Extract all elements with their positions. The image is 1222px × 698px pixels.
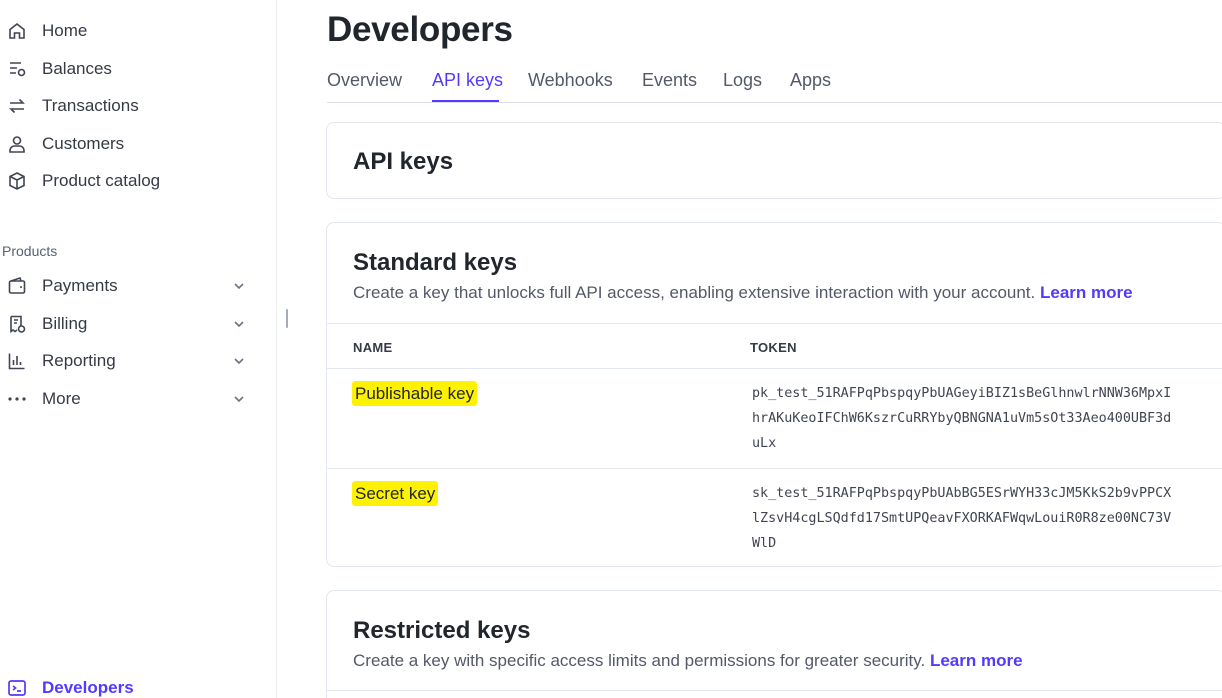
billing-icon — [6, 313, 28, 335]
sidebar-item-customers[interactable]: Customers — [0, 126, 260, 162]
sidebar-item-product-catalog[interactable]: Product catalog — [0, 163, 260, 199]
chevron-down-icon[interactable] — [230, 277, 248, 295]
sidebar-item-more[interactable]: More — [0, 381, 260, 417]
tab-apps[interactable]: Apps — [790, 70, 831, 91]
card-divider — [327, 690, 1222, 691]
standard-keys-title: Standard keys — [353, 249, 518, 276]
sidebar-item-label: Balances — [42, 59, 112, 78]
restricted-keys-description: Create a key with specific access limits… — [353, 651, 1023, 670]
api-keys-card: API keys — [326, 122, 1222, 199]
sidebar-item-label: Reporting — [42, 351, 116, 370]
secret-key-token[interactable]: sk_test_51RAFPqPbspqyPbUAbBG5ESrWYH33cJM… — [752, 481, 1172, 556]
chevron-down-icon[interactable] — [230, 352, 248, 370]
standard-keys-learn-more-link[interactable]: Learn more — [1040, 283, 1133, 302]
restricted-keys-title: Restricted keys — [353, 617, 531, 644]
sidebar-item-home[interactable]: Home — [0, 13, 260, 49]
sidebar-item-label: More — [42, 389, 81, 408]
sidebar-resize-handle[interactable] — [286, 309, 288, 328]
reporting-icon — [6, 350, 28, 372]
sidebar-item-label: Product catalog — [42, 171, 161, 190]
product-catalog-icon — [6, 170, 28, 192]
key-name: Secret key — [353, 482, 438, 505]
customers-icon — [6, 133, 28, 155]
sidebar-item-balances[interactable]: Balances — [0, 51, 260, 87]
transactions-icon — [6, 95, 28, 117]
sidebar-item-developers[interactable]: Developers — [0, 670, 260, 698]
chevron-down-icon[interactable] — [230, 390, 248, 408]
column-header-token: TOKEN — [750, 340, 797, 355]
sidebar-item-label: Payments — [42, 276, 118, 295]
table-row: Secret key sk_test_51RAFPqPbspqyPbUAbBG5… — [327, 469, 1222, 568]
sidebar-item-transactions[interactable]: Transactions — [0, 88, 260, 124]
standard-keys-card: Standard keys Create a key that unlocks … — [326, 222, 1222, 567]
more-icon — [6, 388, 28, 410]
table-row: Publishable key pk_test_51RAFPqPbspqyPbU… — [327, 369, 1222, 469]
restricted-keys-learn-more-link[interactable]: Learn more — [930, 651, 1023, 670]
sidebar-item-label: Developers — [42, 678, 134, 697]
sidebar-item-payments[interactable]: Payments — [0, 268, 260, 304]
standard-keys-description: Create a key that unlocks full API acces… — [353, 283, 1133, 302]
highlighted-key-name: Secret key — [353, 482, 438, 505]
key-name: Publishable key — [353, 382, 477, 405]
sidebar: Home Balances Transactions Customers Pro… — [0, 0, 277, 698]
sidebar-item-label: Transactions — [42, 96, 139, 115]
highlighted-key-name: Publishable key — [353, 382, 477, 405]
tab-overview[interactable]: Overview — [327, 70, 402, 91]
balances-icon — [6, 58, 28, 80]
sidebar-item-label: Billing — [42, 314, 88, 333]
developers-terminal-icon — [6, 677, 28, 698]
tab-api-keys[interactable]: API keys — [432, 70, 503, 91]
column-header-name: NAME — [353, 340, 393, 355]
products-section-label: Products — [2, 243, 58, 259]
keys-table-header: NAME TOKEN — [327, 323, 1222, 369]
sidebar-item-label: Customers — [42, 134, 125, 153]
sidebar-item-billing[interactable]: Billing — [0, 306, 260, 342]
active-tab-indicator — [432, 100, 499, 102]
restricted-keys-card: Restricted keys Create a key with specif… — [326, 590, 1222, 698]
publishable-key-token[interactable]: pk_test_51RAFPqPbspqyPbUAGeyiBIZ1sBeGlhn… — [752, 381, 1172, 456]
sidebar-item-label: Home — [42, 21, 88, 40]
page-title: Developers — [327, 10, 513, 49]
tab-webhooks[interactable]: Webhooks — [528, 70, 613, 91]
api-keys-title: API keys — [353, 148, 454, 175]
chevron-down-icon[interactable] — [230, 315, 248, 333]
payments-icon — [6, 275, 28, 297]
tab-events[interactable]: Events — [642, 70, 697, 91]
home-icon — [6, 20, 28, 42]
sidebar-item-reporting[interactable]: Reporting — [0, 343, 260, 379]
tab-bar: Overview API keys Webhooks Events Logs A… — [327, 62, 1222, 103]
tab-logs[interactable]: Logs — [723, 70, 762, 91]
